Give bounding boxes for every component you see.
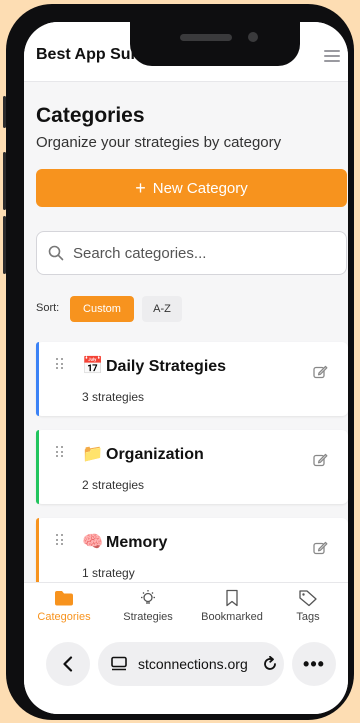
lightbulb-icon [141, 590, 155, 604]
volume-up-button [3, 152, 6, 210]
browser-toolbar: stconnections.org ••• [46, 642, 336, 686]
nav-label: Bookmarked [201, 611, 263, 623]
new-category-label: New Category [152, 179, 248, 197]
nav-bookmarked[interactable]: Bookmarked [197, 589, 267, 623]
edit-icon[interactable] [312, 452, 328, 468]
category-count: 3 strategies [82, 390, 145, 404]
drag-handle-icon[interactable] [56, 534, 66, 546]
category-color-stripe [36, 342, 39, 416]
tag-icon [299, 590, 317, 607]
edit-icon[interactable] [312, 540, 328, 556]
category-color-stripe [36, 430, 39, 504]
screen: Best App Suite Categories Organize your … [24, 22, 348, 714]
folder-icon [55, 591, 73, 606]
category-color-stripe [36, 518, 39, 592]
browser-address-bar[interactable]: stconnections.org [98, 642, 284, 686]
sort-label: Sort: [36, 302, 60, 314]
category-card-memory[interactable]: 🧠 Memory 1 strategy [36, 518, 348, 592]
drag-handle-icon[interactable] [56, 446, 66, 458]
sort-custom-button[interactable]: Custom [70, 296, 134, 322]
search-input[interactable] [73, 244, 323, 262]
category-name: Memory [106, 534, 168, 551]
sort-az-button[interactable]: A-Z [142, 296, 182, 322]
folder-emoji-icon: 📁 [82, 444, 104, 463]
tabs-icon [111, 656, 127, 671]
category-count: 1 strategy [82, 566, 135, 580]
drag-handle-icon[interactable] [56, 358, 66, 370]
category-name: Daily Strategies [106, 358, 227, 375]
nav-strategies[interactable]: Strategies [113, 589, 183, 623]
page-subtitle: Organize your strategies by category [36, 134, 282, 151]
nav-label: Strategies [123, 611, 173, 623]
browser-back-button[interactable] [46, 642, 90, 686]
more-icon: ••• [303, 653, 325, 674]
bookmark-icon [226, 589, 238, 607]
browser-more-button[interactable]: ••• [292, 642, 336, 686]
hamburger-menu-icon[interactable] [324, 50, 340, 62]
page-title: Categories [36, 104, 145, 127]
nav-categories[interactable]: Categories [29, 589, 99, 623]
edit-icon[interactable] [312, 364, 328, 380]
volume-down-button [3, 216, 6, 274]
search-box[interactable] [36, 231, 347, 275]
mute-switch [3, 96, 6, 128]
new-category-button[interactable]: + New Category [36, 169, 347, 207]
category-count: 2 strategies [82, 478, 145, 492]
category-card-organization[interactable]: 📁 Organization 2 strategies [36, 430, 348, 504]
chevron-left-icon [63, 656, 73, 672]
reload-icon[interactable] [262, 656, 278, 672]
plus-icon: + [135, 177, 146, 198]
phone-frame: Best App Suite Categories Organize your … [3, 4, 354, 720]
category-name: Organization [106, 446, 204, 463]
calendar-emoji-icon: 📅 [82, 356, 104, 375]
nav-tags[interactable]: Tags [273, 589, 343, 623]
browser-url: stconnections.org [138, 656, 248, 672]
nav-label: Tags [296, 611, 320, 623]
speaker [180, 34, 232, 41]
brain-emoji-icon: 🧠 [82, 532, 104, 551]
nav-label: Categories [37, 611, 91, 623]
category-card-daily-strategies[interactable]: 📅 Daily Strategies 3 strategies [36, 342, 348, 416]
search-icon [48, 245, 64, 261]
notch [130, 22, 300, 66]
camera [248, 32, 258, 42]
